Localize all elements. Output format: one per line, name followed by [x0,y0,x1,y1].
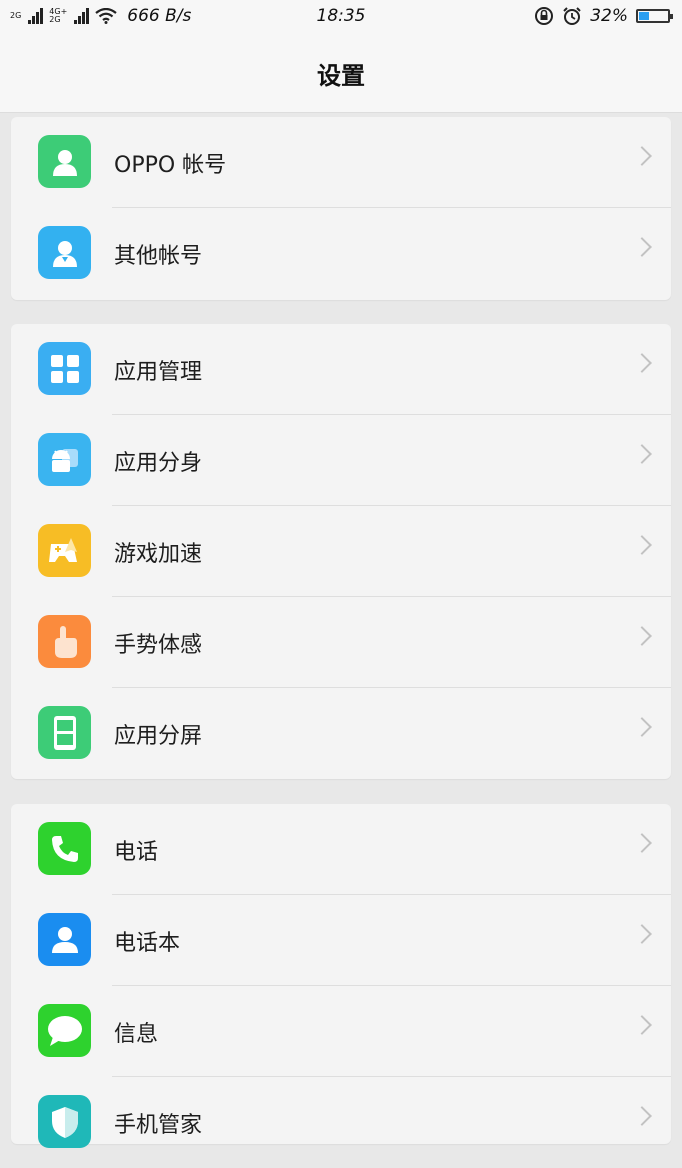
settings-item-label: 游戏加速 [114,541,203,567]
chevron-right-icon [632,1015,652,1035]
battery-icon [636,9,673,23]
settings-item-label: 应用分身 [114,450,203,476]
status-right: 32% [534,6,673,26]
settings-item-contacts[interactable]: 电话本 [11,895,671,986]
settings-item-label: 信息 [114,1021,159,1047]
chevron-right-icon [632,833,652,853]
chevron-right-icon [632,1106,652,1126]
settings-item-messages[interactable]: 信息 [11,986,671,1077]
status-bar: 2G 4G+ 2G 666 B/s 18:35 32% [0,0,682,34]
settings-group-accounts: OPPO 帐号 其他帐号 [11,117,671,300]
account-icon [38,135,91,188]
split-screen-icon [38,706,91,759]
settings-item-label: 手机管家 [114,1112,203,1138]
settings-group-communication: 电话 电话本 信息 手机管家 [11,804,671,1148]
rotation-lock-icon [535,7,554,25]
game-rocket-icon [38,524,91,577]
settings-item-label: 手势体感 [114,632,203,658]
settings-item-label: 电话本 [114,930,181,956]
settings-item-game-boost[interactable]: 游戏加速 [11,506,671,597]
settings-item-other-accounts[interactable]: 其他帐号 [11,208,671,299]
settings-item-split-screen[interactable]: 应用分屏 [11,688,671,779]
settings-item-phone[interactable]: 电话 [11,804,671,895]
chevron-right-icon [632,146,652,166]
chevron-right-icon [632,353,652,373]
chevron-right-icon [632,717,652,737]
phone-manager-icon [38,1095,91,1148]
settings-item-label: 电话 [114,839,159,865]
header: 设置 [0,34,682,113]
settings-item-app-management[interactable]: 应用管理 [11,324,671,415]
settings-item-label: 应用管理 [114,359,203,385]
settings-item-app-clone[interactable]: 应用分身 [11,415,671,506]
settings-item-label: 其他帐号 [114,243,203,269]
battery-level [639,12,649,20]
chevron-right-icon [632,626,652,646]
settings-item-phone-manager[interactable]: 手机管家 [11,1077,671,1168]
other-account-icon [38,226,91,279]
settings-item-gesture[interactable]: 手势体感 [11,597,671,688]
battery-percent: 32% [590,6,628,26]
page-title: 设置 [317,61,365,90]
settings-group-apps: 应用管理 应用分身 游戏加速 手势体感 应用分屏 [11,324,671,779]
alarm-icon [563,7,581,25]
chevron-right-icon [632,924,652,944]
gesture-hand-icon [38,615,91,668]
chevron-right-icon [632,444,652,464]
settings-item-oppo-account[interactable]: OPPO 帐号 [11,117,671,208]
settings-item-label: OPPO 帐号 [114,152,227,178]
phone-icon [38,822,91,875]
app-grid-icon [38,342,91,395]
message-icon [38,1004,91,1057]
settings-item-label: 应用分屏 [114,723,203,749]
contacts-icon [38,913,91,966]
chevron-right-icon [632,237,652,257]
app-clone-icon [38,433,91,486]
chevron-right-icon [632,535,652,555]
